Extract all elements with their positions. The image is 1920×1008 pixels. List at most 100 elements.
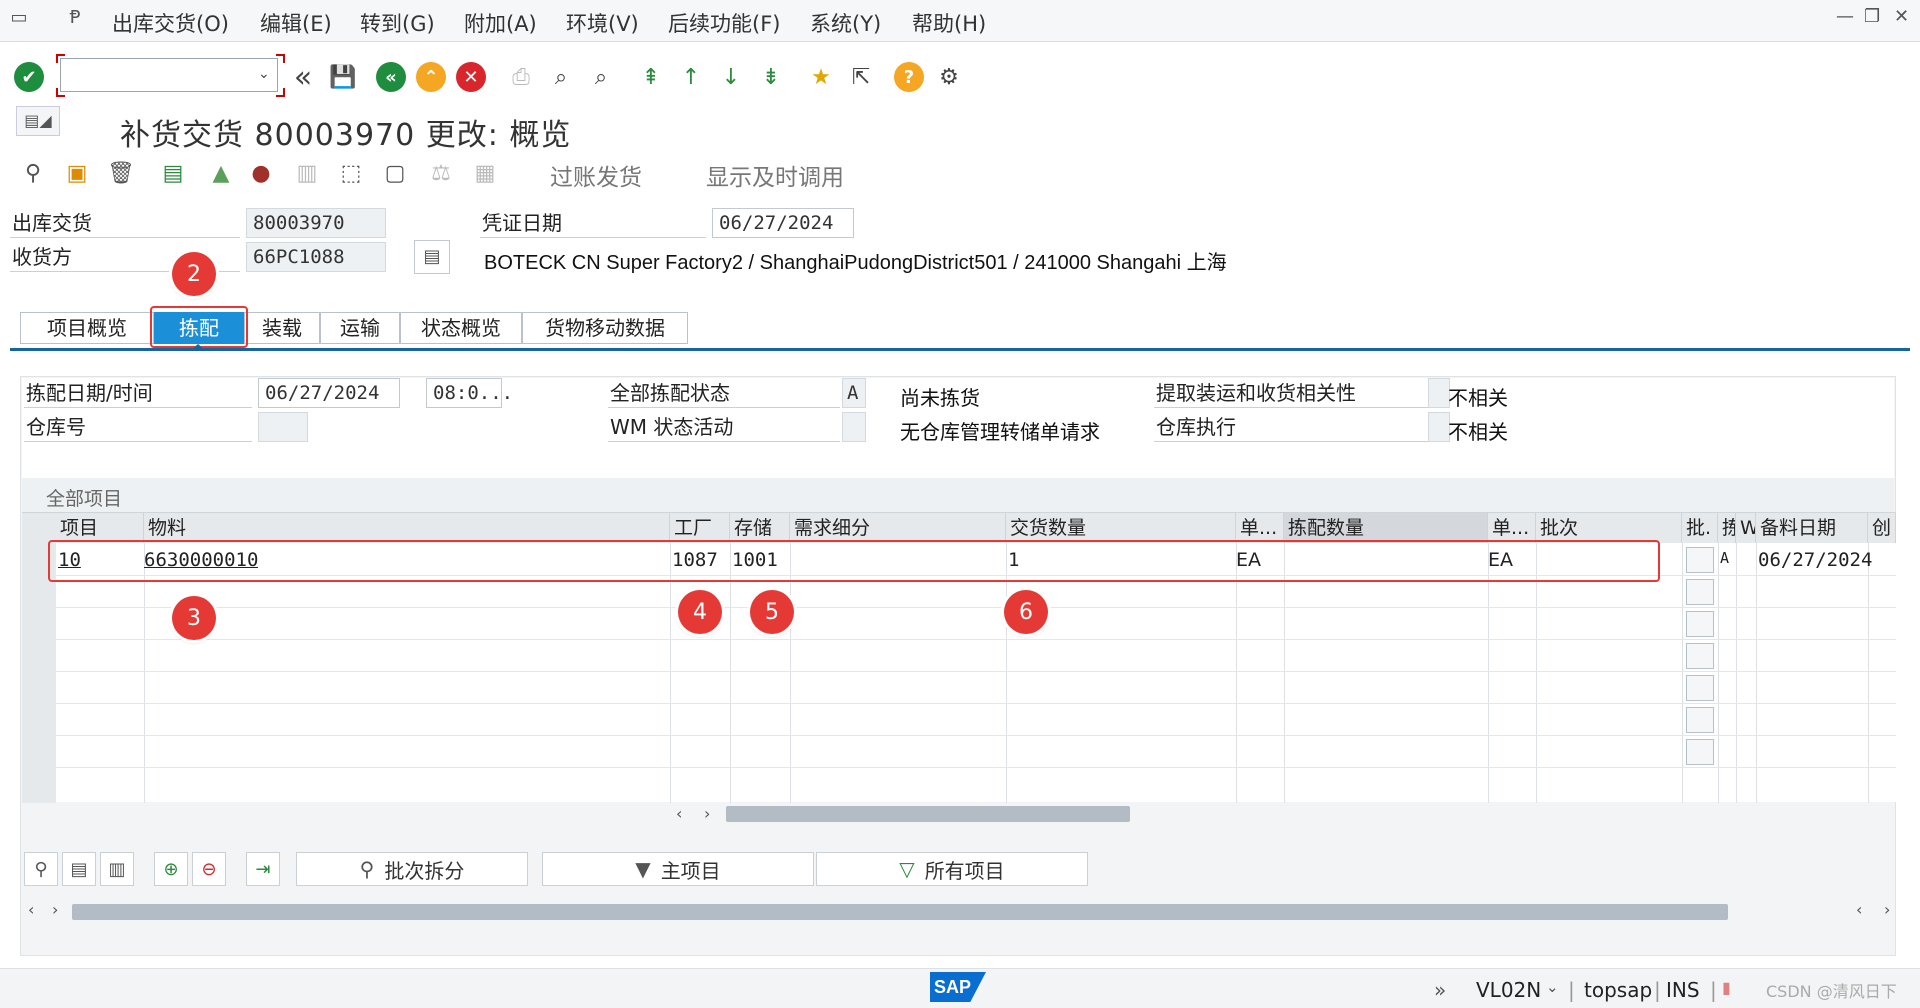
details-icon[interactable]: ⚲	[24, 852, 58, 886]
create-session-icon[interactable]: ★	[804, 60, 838, 94]
packing-icon[interactable]: ⬚	[334, 156, 368, 190]
col-avail-date[interactable]: 备料日期	[1756, 513, 1868, 543]
warehouse-number-field[interactable]	[258, 412, 308, 442]
display-change-icon[interactable]: ⚲	[16, 156, 50, 190]
restore-icon[interactable]: ❐	[1864, 6, 1880, 27]
page-scroll-right-icon[interactable]: ›	[52, 900, 58, 919]
batch-split-checkbox-row2[interactable]	[1686, 579, 1714, 605]
col-wm[interactable]: W	[1736, 513, 1756, 543]
print-icon[interactable]: ⎙	[504, 60, 538, 94]
page-scroll-left-2-icon[interactable]: ‹	[1856, 900, 1862, 919]
settings-gear-icon[interactable]: ⚙	[932, 60, 966, 94]
col-storage[interactable]: 存储	[730, 513, 790, 543]
transfer-icon[interactable]: ⇥	[246, 852, 280, 886]
outbound-delivery-field[interactable]: 80003970	[246, 208, 386, 238]
menu-edit[interactable]: 编辑(E)	[260, 8, 332, 38]
page-scroll-left-icon[interactable]: ‹	[28, 900, 34, 919]
menu-subsequent[interactable]: 后续功能(F)	[668, 8, 780, 38]
page-scroll-right-2-icon[interactable]: ›	[1884, 900, 1890, 919]
page-hscroll-thumb[interactable]	[72, 904, 1728, 920]
batch-split-checkbox-row5[interactable]	[1686, 675, 1714, 701]
texts-icon[interactable]: ▢	[378, 156, 412, 190]
menu-goto[interactable]: 转到(G)	[360, 8, 435, 38]
col-material[interactable]: 物料	[144, 513, 670, 543]
document-flow-icon[interactable]: ▤	[156, 156, 190, 190]
col-pick-status[interactable]: 拣	[1718, 513, 1736, 543]
back-icon[interactable]: «	[374, 60, 408, 94]
display-timely-button[interactable]: 显示及时调用	[706, 158, 844, 192]
col-batch[interactable]: 批次	[1536, 513, 1682, 543]
tcode-dropdown-icon[interactable]: ⌄	[1546, 978, 1559, 996]
menu-environment[interactable]: 环境(V)	[566, 8, 639, 38]
menu-outbound[interactable]: 出库交货(O)	[112, 8, 229, 38]
tab-loading[interactable]: 装载	[244, 312, 320, 344]
all-items-button[interactable]: ▽ 所有项目	[816, 852, 1088, 886]
col-plant[interactable]: 工厂	[670, 513, 730, 543]
menu-help[interactable]: 帮助(H)	[912, 8, 986, 38]
col-pick-qty[interactable]: 拣配数量	[1284, 513, 1488, 543]
statusbar-expand-icon[interactable]: »	[1434, 978, 1446, 1002]
save-icon[interactable]: 💾	[326, 60, 360, 94]
menu-p-icon[interactable]: Ᵽ	[64, 8, 86, 28]
col-req-segment[interactable]: 需求细分	[790, 513, 1006, 543]
minimize-icon[interactable]: —	[1836, 6, 1854, 27]
close-window-icon[interactable]: ✕	[1894, 6, 1909, 27]
col-created[interactable]: 创	[1868, 513, 1896, 543]
confirm-icon[interactable]: ✔	[12, 60, 46, 94]
pick-time-field[interactable]: 08:0...	[426, 378, 513, 408]
first-page-icon[interactable]: ⇞	[634, 60, 668, 94]
shipping-relevance-field[interactable]	[1428, 378, 1450, 408]
select-all-icon[interactable]: ▤	[62, 852, 96, 886]
partner-icon[interactable]: ●	[244, 156, 278, 190]
pick-date-field[interactable]: 06/27/2024	[258, 378, 400, 408]
tab-goods-movement[interactable]: 货物移动数据	[522, 312, 688, 344]
shortcut-icon[interactable]: ⇱	[844, 60, 878, 94]
delete-row-icon[interactable]: ⊖	[192, 852, 226, 886]
batch-split-button[interactable]: ⚲ 批次拆分	[296, 852, 528, 886]
deselect-all-icon[interactable]: ▥	[100, 852, 134, 886]
document-date-field[interactable]: 06/27/2024	[712, 208, 854, 238]
menu-system[interactable]: 系统(Y)	[810, 8, 881, 38]
post-goods-issue-button[interactable]: 过账发货	[550, 158, 642, 192]
cell-avail-date[interactable]: 06/27/2024	[1758, 549, 1872, 571]
wm-status-field[interactable]	[842, 412, 866, 442]
warehouse-execution-field[interactable]	[1428, 412, 1450, 442]
find-next-icon[interactable]: ⌕	[584, 60, 618, 94]
delete-icon[interactable]: 🗑	[104, 156, 138, 190]
command-dropdown-icon[interactable]: ⌄	[258, 66, 270, 82]
last-page-icon[interactable]: ⇟	[754, 60, 788, 94]
main-items-button[interactable]: ▼ 主项目	[542, 852, 814, 886]
menu-toggle-icon[interactable]: ▭	[8, 8, 30, 28]
batch-split-checkbox-row1[interactable]	[1686, 547, 1714, 573]
expand-command-icon[interactable]: «	[286, 60, 320, 95]
col-batch-split[interactable]: 批.	[1682, 513, 1718, 543]
next-page-icon[interactable]: ↓	[714, 60, 748, 94]
tab-transport[interactable]: 运输	[320, 312, 400, 344]
overall-pick-status-field[interactable]: A	[842, 378, 866, 408]
copy-icon[interactable]: ▥	[290, 156, 324, 190]
exit-icon[interactable]: ⌃	[414, 60, 448, 94]
grid-icon[interactable]: ▦	[468, 156, 502, 190]
table-scroll-left-icon[interactable]: ‹	[676, 804, 682, 823]
other-delivery-icon[interactable]: ▣	[60, 156, 94, 190]
table-scroll-right-icon[interactable]: ›	[704, 804, 710, 823]
table-hscroll-thumb[interactable]	[726, 806, 1130, 822]
batch-split-checkbox-row6[interactable]	[1686, 707, 1714, 733]
overview-icon[interactable]: ▲	[204, 156, 238, 190]
receiver-field[interactable]: 66PC1088	[246, 242, 386, 272]
col-unit-1[interactable]: 单...	[1236, 513, 1284, 543]
batch-split-checkbox-row3[interactable]	[1686, 611, 1714, 637]
batch-split-checkbox-row7[interactable]	[1686, 739, 1714, 765]
insert-row-icon[interactable]: ⊕	[154, 852, 188, 886]
batch-split-checkbox-row4[interactable]	[1686, 643, 1714, 669]
find-icon[interactable]: ⌕	[544, 60, 578, 94]
col-unit-2[interactable]: 单...	[1488, 513, 1536, 543]
col-delivery-qty[interactable]: 交货数量	[1006, 513, 1236, 543]
screen-menu-icon[interactable]: ▤◢	[16, 106, 60, 136]
cancel-icon[interactable]: ✕	[454, 60, 488, 94]
command-field[interactable]	[60, 58, 278, 92]
prev-page-icon[interactable]: ↑	[674, 60, 708, 94]
menu-extras[interactable]: 附加(A)	[464, 8, 537, 38]
tab-item-overview[interactable]: 项目概览	[20, 312, 154, 344]
insert-mode[interactable]: INS	[1666, 978, 1700, 1002]
